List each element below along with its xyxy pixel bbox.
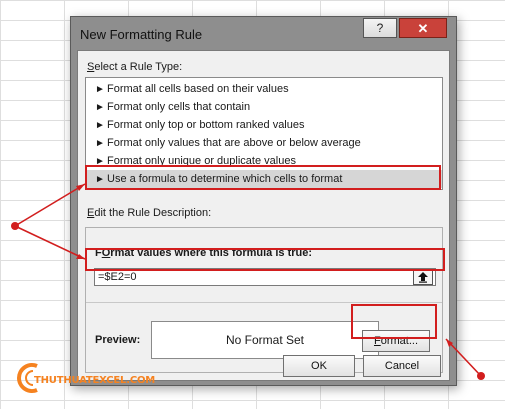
watermark-logo: THUTHUATEXCEL.COM <box>14 360 156 400</box>
annotation-arrows <box>11 183 485 380</box>
watermark-text: THUTHUATEXCEL.COM <box>34 375 156 386</box>
